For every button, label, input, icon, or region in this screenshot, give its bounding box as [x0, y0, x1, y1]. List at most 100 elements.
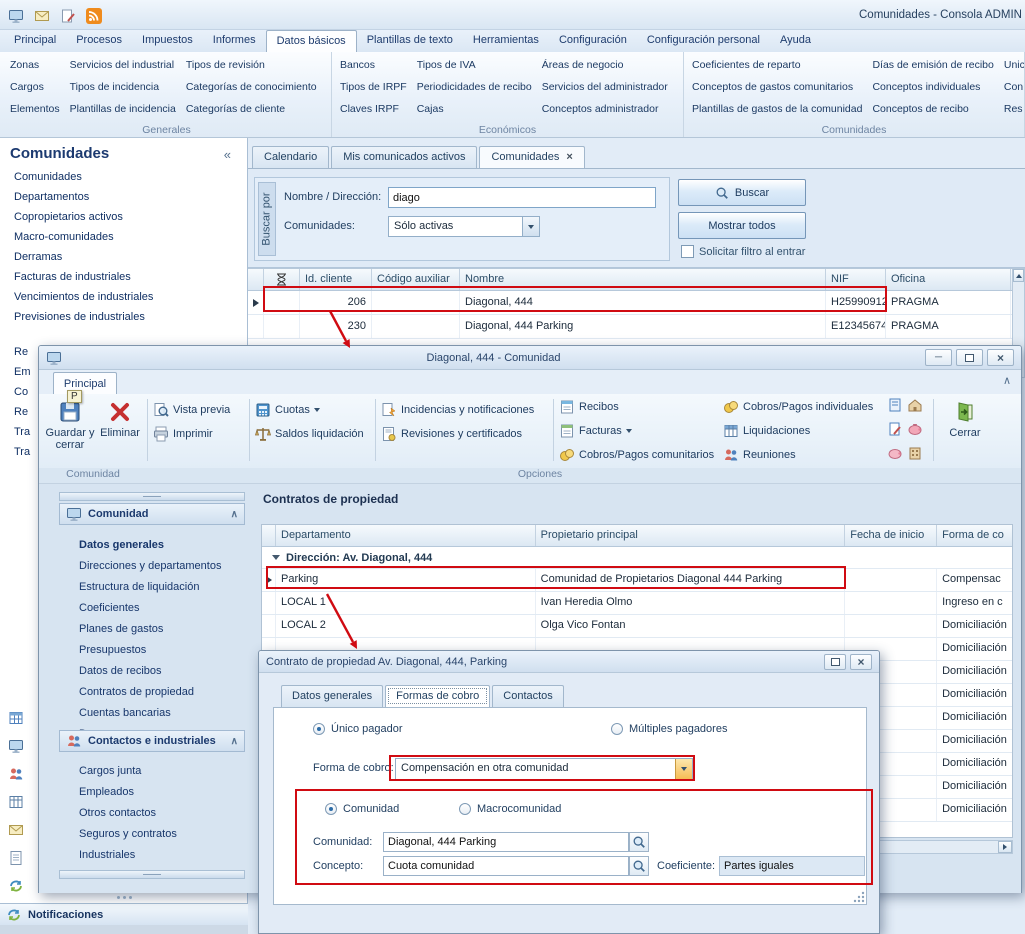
table-row[interactable]: LOCAL 2 Olga Vico Fontan Domiciliación [262, 615, 1012, 638]
maximize-button[interactable] [824, 654, 846, 670]
tab-contactos[interactable]: Contactos [492, 685, 564, 707]
house-icon-button[interactable] [907, 397, 923, 413]
payment-method-select[interactable]: Compensación en otra comunidad [395, 758, 693, 780]
scroll-up-icon[interactable] [1013, 269, 1024, 282]
reviews-button[interactable]: Revisiones y certificados [381, 423, 549, 445]
ribbon-collapse-icon[interactable]: ∧ [1003, 374, 1011, 387]
sidebar-item-partial[interactable]: Re [14, 403, 28, 421]
edit-doc-icon-button[interactable] [887, 421, 903, 437]
nav-item-cargos-junta[interactable]: Cargos junta [79, 762, 141, 780]
ribbon-item[interactable]: Tipos de incidencia [70, 76, 176, 98]
sidebar-item-previsiones[interactable]: Previsiones de industriales [14, 308, 145, 326]
ribbon-item[interactable]: Categorías de conocimiento [186, 76, 317, 98]
building-icon-button[interactable] [907, 445, 923, 461]
sidebar-item-macro[interactable]: Macro-comunidades [14, 228, 114, 246]
module-grid-icon[interactable] [8, 794, 34, 814]
tab-datos-generales[interactable]: Datos generales [281, 685, 383, 707]
column-header-nombre[interactable]: Nombre [460, 269, 826, 290]
nav-item-seguros[interactable]: Seguros y contratos [79, 825, 177, 843]
module-document-icon[interactable] [8, 850, 34, 870]
community-radio[interactable]: Comunidad [325, 803, 399, 815]
sidebar-item-partial[interactable]: Em [14, 363, 31, 381]
nav-item-coeficientes[interactable]: Coeficientes [79, 599, 140, 617]
ribbon-tab-impuestos[interactable]: Impuestos [132, 30, 203, 52]
ribbon-item[interactable]: Servicios del administrador [542, 76, 668, 98]
ribbon-item[interactable]: Tipos de IVA [417, 54, 532, 76]
multiple-payers-radio[interactable]: Múltiples pagadores [611, 723, 727, 735]
close-button[interactable]: × [987, 349, 1014, 366]
meetings-button[interactable]: Reuniones [723, 445, 883, 465]
ribbon-item[interactable]: Días de emisión de recibo [872, 54, 993, 76]
nav-item-direcciones[interactable]: Direcciones y departamentos [79, 557, 221, 575]
ribbon-item[interactable]: Cajas [417, 98, 532, 120]
single-payer-radio[interactable]: Único pagador [313, 723, 403, 735]
incidents-button[interactable]: Incidencias y notificaciones [381, 399, 549, 421]
preview-button[interactable]: Vista previa [153, 399, 247, 421]
nav-group-comunidad[interactable]: Comunidad ∧ [59, 503, 245, 525]
module-table-icon[interactable] [8, 710, 34, 730]
name-address-input[interactable] [388, 187, 656, 208]
ribbon-item[interactable]: Elementos [10, 98, 60, 120]
ribbon-tab-configuracion[interactable]: Configuración [549, 30, 637, 52]
document-icon-button[interactable] [887, 397, 903, 413]
chevron-up-icon[interactable]: ∧ [231, 736, 238, 747]
ribbon-item[interactable]: Conceptos administrador [542, 98, 668, 120]
concept-field[interactable] [383, 856, 629, 876]
rss-icon[interactable] [84, 6, 104, 26]
resize-grip[interactable] [853, 891, 865, 903]
column-header-forma[interactable]: Forma de co [937, 525, 1012, 546]
nav-group-contactos[interactable]: Contactos e industriales ∧ [59, 730, 245, 752]
nav-item-presupuestos[interactable]: Presupuestos [79, 641, 146, 659]
dialog-titlebar[interactable]: Diagonal, 444 - Comunidad ─ × [39, 346, 1021, 370]
sidebar-item-copropietarios[interactable]: Copropietarios activos [14, 208, 123, 226]
ribbon-item[interactable]: Res [1004, 98, 1025, 120]
quotas-button[interactable]: Cuotas [255, 399, 371, 421]
sidebar-item-partial[interactable]: Tra [14, 443, 30, 461]
ribbon-tab-configuracion-personal[interactable]: Configuración personal [637, 30, 770, 52]
show-all-button[interactable]: Mostrar todos [678, 212, 806, 239]
column-header-fecha[interactable]: Fecha de inicio [845, 525, 937, 546]
module-users-icon[interactable] [8, 766, 34, 786]
print-button[interactable]: Imprimir [153, 423, 247, 445]
ribbon-item[interactable]: Coeficientes de reparto [692, 54, 862, 76]
ribbon-item[interactable]: Bancos [340, 54, 407, 76]
community-payments-button[interactable]: Cobros/Pagos comunitarios [559, 445, 719, 465]
ribbon-item[interactable]: Con [1004, 76, 1025, 98]
piggybank2-icon-button[interactable] [887, 445, 903, 461]
module-mail-icon[interactable] [8, 822, 34, 842]
close-dialog-button[interactable]: Cerrar [939, 395, 991, 466]
close-button[interactable]: × [850, 654, 872, 670]
sidebar-item-partial[interactable]: Co [14, 383, 28, 401]
ribbon-item[interactable]: Servicios del industrial [70, 54, 176, 76]
collapse-icon[interactable]: « [224, 147, 231, 162]
filter-checkbox[interactable] [681, 245, 694, 258]
table-row[interactable]: 230 Diagonal, 444 Parking E12345674 PRAG… [248, 315, 1012, 339]
sidebar-item-derramas[interactable]: Derramas [14, 248, 62, 266]
nav-item-contratos[interactable]: Contratos de propiedad [79, 683, 194, 701]
sidebar-item-vencimientos[interactable]: Vencimientos de industriales [14, 288, 153, 306]
ribbon-item[interactable]: Conceptos de recibo [872, 98, 993, 120]
nav-item-datos-recibos[interactable]: Datos de recibos [79, 662, 162, 680]
ribbon-tab-informes[interactable]: Informes [203, 30, 266, 52]
ribbon-item[interactable]: Tipos de IRPF [340, 76, 407, 98]
sidebar-item-facturas[interactable]: Facturas de industriales [14, 268, 131, 286]
table-row[interactable]: 206 Diagonal, 444 H25990912 PRAGMA [248, 291, 1012, 315]
ribbon-tab-procesos[interactable]: Procesos [66, 30, 132, 52]
doc-tab-comunicados[interactable]: Mis comunicados activos [331, 146, 477, 168]
community-field[interactable] [383, 832, 629, 852]
balances-button[interactable]: Saldos liquidación [255, 423, 371, 445]
ribbon-item[interactable]: Plantillas de incidencia [70, 98, 176, 120]
doc-tab-calendario[interactable]: Calendario [252, 146, 329, 168]
scroll-right-icon[interactable] [998, 841, 1012, 853]
screen-icon[interactable] [6, 6, 26, 26]
ribbon-item[interactable]: Cargos [10, 76, 60, 98]
ribbon-item[interactable]: Plantillas de gastos de la comunidad [692, 98, 862, 120]
piggybank-icon-button[interactable] [907, 421, 923, 437]
ribbon-tab-datos-basicos[interactable]: Datos básicos [266, 30, 357, 52]
table-row[interactable]: LOCAL 1 Ivan Heredia Olmo Ingreso en c [262, 592, 1012, 615]
ribbon-tab-herramientas[interactable]: Herramientas [463, 30, 549, 52]
communities-select[interactable]: Sólo activas [388, 216, 540, 237]
ribbon-item[interactable]: Zonas [10, 54, 60, 76]
ribbon-item[interactable]: Unic [1004, 54, 1025, 76]
nav-item-otros-contactos[interactable]: Otros contactos [79, 804, 156, 822]
